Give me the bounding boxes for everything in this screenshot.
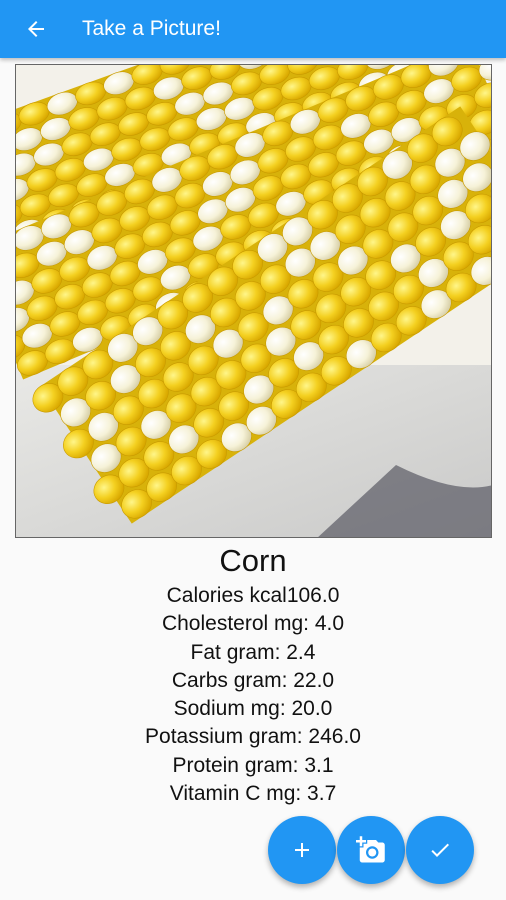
- nutrient-protein: Protein gram: 3.1: [172, 753, 334, 777]
- nutrition-info: Corn Calories kcal106.0 Cholesterol mg: …: [0, 540, 506, 808]
- add-camera-icon: [356, 836, 385, 863]
- confirm-button[interactable]: [406, 816, 474, 884]
- back-button[interactable]: [8, 1, 64, 57]
- nutrient-vitamin-c: Vitamin C mg: 3.7: [169, 782, 337, 806]
- nutrient-potassium: Potassium gram: 246.0: [145, 725, 361, 749]
- nutrient-sodium: Sodium mg: 20.0: [173, 697, 333, 721]
- plus-icon: [295, 843, 309, 857]
- food-photo: [15, 64, 492, 538]
- food-name: Corn: [219, 543, 287, 578]
- corn-cob-image: [16, 65, 491, 537]
- nutrient-fat: Fat gram: 2.4: [190, 640, 316, 664]
- check-icon: [431, 843, 449, 857]
- camera-button[interactable]: [337, 816, 405, 884]
- page-title: Take a Picture!: [82, 17, 221, 40]
- add-button[interactable]: [268, 816, 336, 884]
- nutrient-calories: Calories kcal106.0: [166, 584, 340, 607]
- arrow-back-icon: [28, 21, 44, 37]
- nutrient-carbs: Carbs gram: 22.0: [171, 668, 335, 692]
- app-bar: Take a Picture!: [0, 0, 506, 58]
- nutrient-cholesterol: Cholesterol mg: 4.0: [161, 612, 345, 636]
